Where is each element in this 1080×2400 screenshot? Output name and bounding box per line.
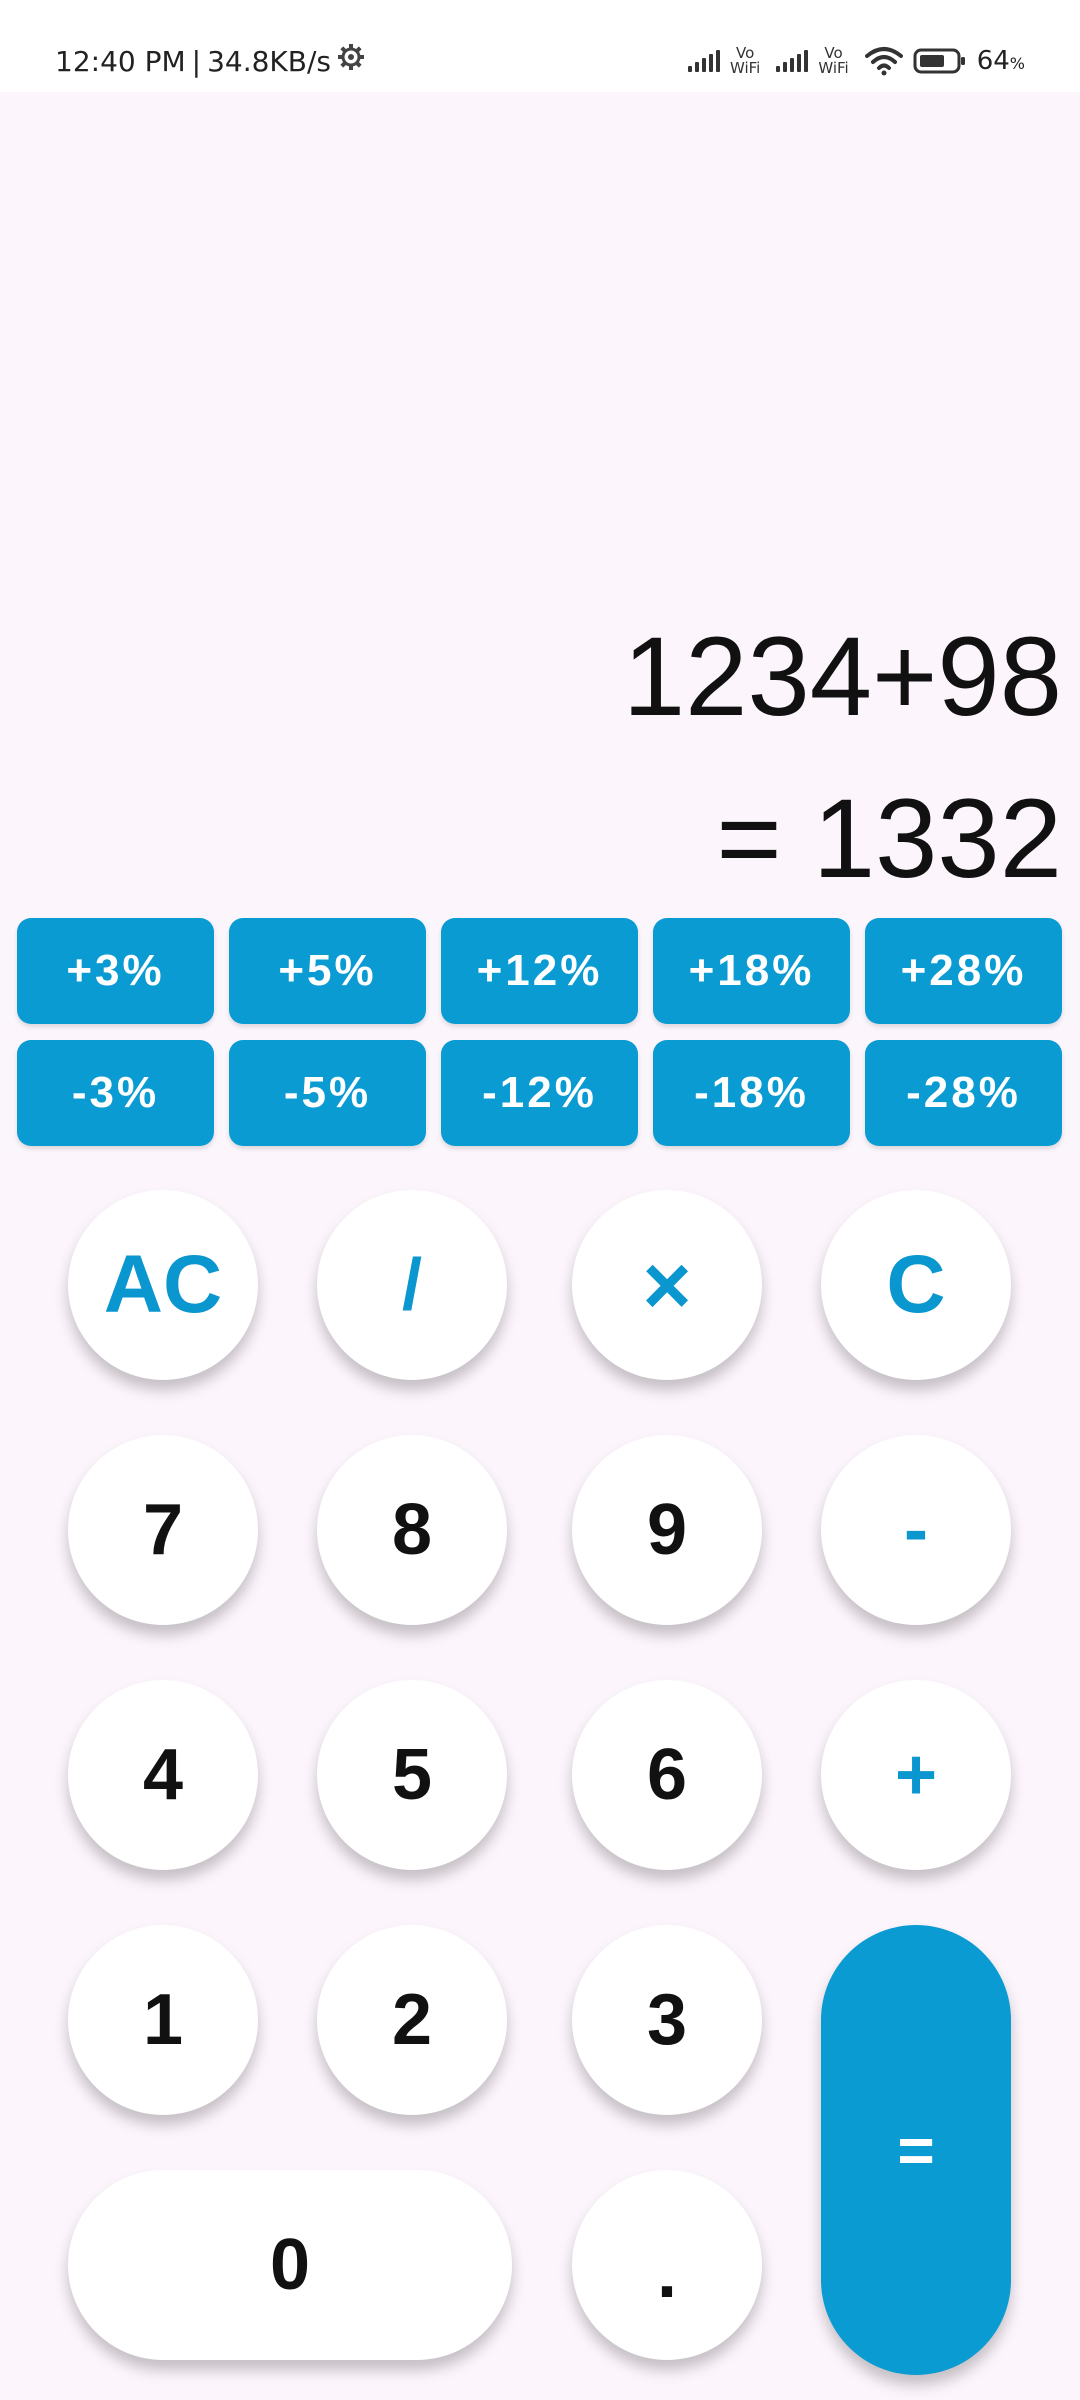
status-bar: 12:40 PM | 34.8KB/s Vo WiFi Vo WiFi 64% (0, 0, 1080, 92)
digit-7-button[interactable]: 7 (68, 1435, 258, 1625)
signal-strength-icon (687, 50, 720, 72)
clear-button[interactable]: C (821, 1190, 1011, 1380)
status-time: 12:40 PM (55, 44, 186, 78)
battery-value: 64 (976, 46, 1010, 76)
battery-percentage: 64% (977, 46, 1025, 76)
digit-3-button[interactable]: 3 (572, 1925, 762, 2115)
minus-button[interactable]: - (821, 1435, 1011, 1625)
result-text: = 1332 (716, 776, 1062, 901)
digit-0-button[interactable]: 0 (68, 2170, 512, 2360)
subtract-5-percent-button[interactable]: -5% (229, 1040, 426, 1146)
plus-button[interactable]: + (821, 1680, 1011, 1870)
digit-8-button[interactable]: 8 (317, 1435, 507, 1625)
clear-label: C (886, 1239, 946, 1330)
signal-strength-icon (776, 50, 809, 72)
decimal-point-label: . (656, 2233, 677, 2313)
minus-label: - (904, 1490, 928, 1570)
battery-icon (913, 48, 965, 74)
digit-label: 6 (646, 1735, 688, 1815)
digit-label: 5 (391, 1735, 433, 1815)
digit-label: 3 (646, 1980, 688, 2060)
digit-9-button[interactable]: 9 (572, 1435, 762, 1625)
vowifi-label-bottom: WiFi (818, 59, 849, 77)
add-28-percent-button[interactable]: +28% (865, 918, 1062, 1024)
divide-label: / (401, 1245, 422, 1325)
vowifi-badge-sim2: Vo WiFi (818, 46, 848, 76)
add-3-percent-button[interactable]: +3% (17, 918, 214, 1024)
digit-label: 4 (142, 1735, 184, 1815)
wifi-icon (864, 47, 903, 76)
calculator-app: 1234+98 = 1332 +3% +5% +12% +18% +28% -3… (0, 92, 1080, 2400)
digit-6-button[interactable]: 6 (572, 1680, 762, 1870)
calculator-display: 1234+98 = 1332 (0, 92, 1080, 912)
digit-label: 7 (142, 1490, 184, 1570)
status-right: Vo WiFi Vo WiFi 64% (687, 40, 1025, 82)
subtract-18-percent-button[interactable]: -18% (653, 1040, 850, 1146)
status-left: 12:40 PM | 34.8KB/s (55, 40, 365, 82)
add-18-percent-button[interactable]: +18% (653, 918, 850, 1024)
all-clear-button[interactable]: AC (68, 1190, 258, 1380)
gear-icon (337, 43, 365, 79)
digit-label: 0 (269, 2225, 311, 2305)
vowifi-label-bottom: WiFi (729, 59, 761, 77)
multiply-button[interactable]: × (572, 1190, 762, 1380)
multiply-label: × (642, 1237, 692, 1332)
equals-button[interactable]: = (821, 1925, 1011, 2375)
all-clear-label: AC (103, 1239, 223, 1330)
expression-text[interactable]: 1234+98 (623, 612, 1062, 742)
percent-subtract-row: -3% -5% -12% -18% -28% (0, 1040, 1080, 1150)
percent-add-row: +3% +5% +12% +18% +28% (0, 918, 1080, 1028)
decimal-point-button[interactable]: . (572, 2170, 762, 2360)
subtract-28-percent-button[interactable]: -28% (865, 1040, 1062, 1146)
digit-label: 9 (646, 1490, 688, 1570)
digit-label: 8 (391, 1490, 433, 1570)
subtract-12-percent-button[interactable]: -12% (441, 1040, 638, 1146)
digit-2-button[interactable]: 2 (317, 1925, 507, 2115)
digit-label: 1 (142, 1980, 184, 2060)
digit-4-button[interactable]: 4 (68, 1680, 258, 1870)
add-5-percent-button[interactable]: +5% (229, 918, 426, 1024)
digit-5-button[interactable]: 5 (317, 1680, 507, 1870)
status-separator: | (191, 44, 202, 78)
battery-unit: % (1009, 54, 1025, 73)
digit-1-button[interactable]: 1 (68, 1925, 258, 2115)
divide-button[interactable]: / (317, 1190, 507, 1380)
subtract-3-percent-button[interactable]: -3% (17, 1040, 214, 1146)
plus-label: + (894, 1735, 938, 1815)
status-network-speed: 34.8KB/s (207, 44, 332, 78)
vowifi-badge-sim1: Vo WiFi (730, 46, 760, 76)
equals-label: = (897, 2114, 935, 2186)
digit-label: 2 (391, 1980, 433, 2060)
add-12-percent-button[interactable]: +12% (441, 918, 638, 1024)
